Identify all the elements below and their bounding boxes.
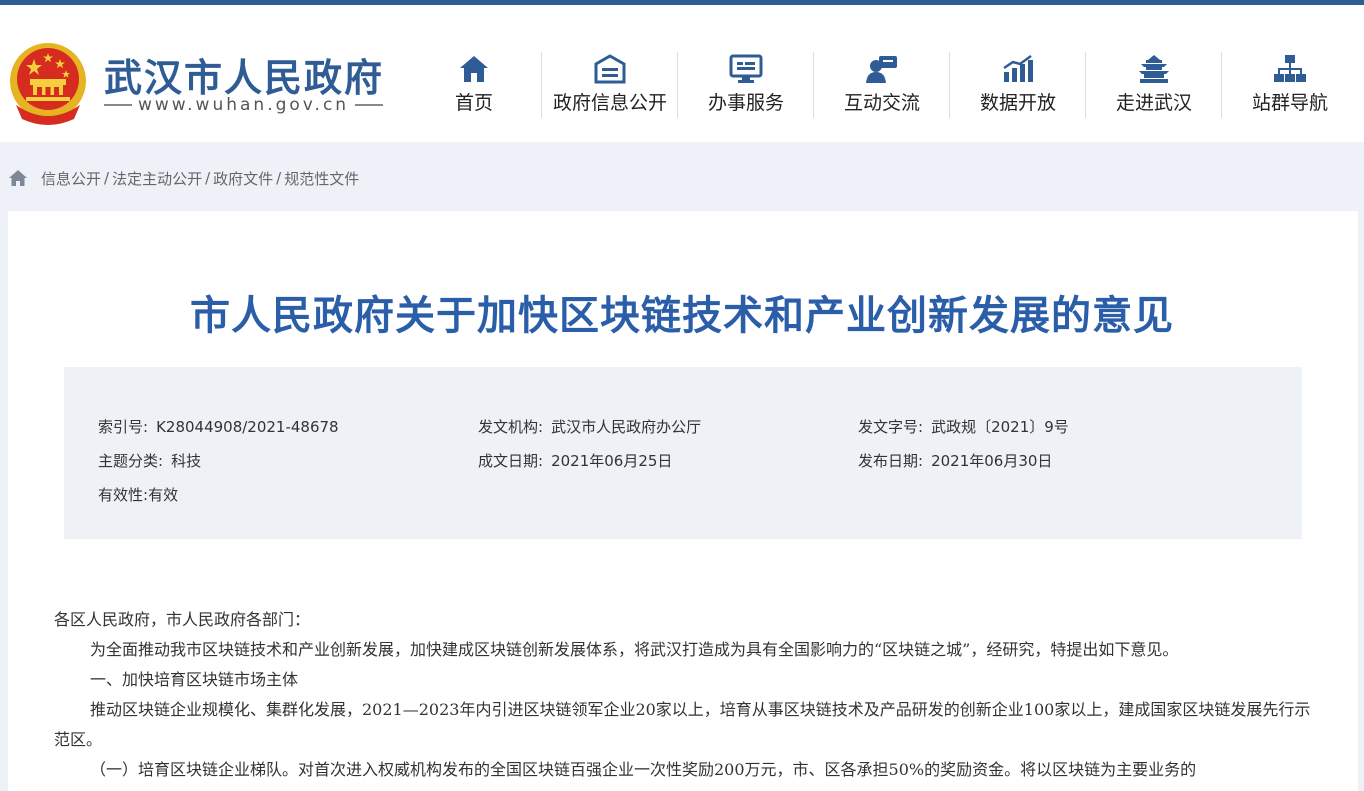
- nav-label-about-wuhan: 走进武汉: [1115, 92, 1192, 114]
- sitemap-icon: [1274, 55, 1306, 82]
- meta-validity-value: 有效: [148, 486, 179, 504]
- pavilion-icon: [1139, 55, 1169, 83]
- nav-item-site-navigation[interactable]: 站群导航: [1222, 52, 1358, 120]
- subsection-paragraph: （一）培育区块链企业梯队。对首次进入权威机构发布的全国区块链百强企业一次性奖励2…: [90, 760, 1197, 779]
- nav-label-interaction: 互动交流: [843, 92, 920, 114]
- breadcrumb-link-info[interactable]: 信息公开: [41, 168, 101, 189]
- meta-issuer-value: 武汉市人民政府办公厅: [551, 418, 702, 436]
- chat-user-icon: [866, 56, 897, 83]
- nav-item-services[interactable]: 办事服务: [678, 52, 814, 120]
- url-left-dash: [104, 104, 132, 106]
- bar-chart-icon: [1003, 54, 1033, 82]
- service-monitor-icon: [729, 54, 763, 83]
- breadcrumb-separator: /: [205, 169, 211, 187]
- nav-label-home: 首页: [454, 92, 493, 114]
- breadcrumb-link-normative-docs[interactable]: 规范性文件: [284, 168, 359, 189]
- breadcrumb: 信息公开 / 法定主动公开 / 政府文件 / 规范性文件: [8, 167, 359, 189]
- meta-issuer: 发文机构: 武汉市人民政府办公厅: [478, 416, 701, 437]
- meta-topic: 主题分类: 科技: [98, 450, 201, 471]
- meta-index: 索引号: K28044908/2021-48678: [98, 416, 339, 437]
- home-icon: [460, 56, 488, 82]
- section-paragraph: 推动区块链企业规模化、集群化发展，2021—2023年内引进区块链领军企业20家…: [54, 700, 1311, 749]
- nav-item-open-data[interactable]: 数据开放: [950, 52, 1086, 120]
- meta-published-value: 2021年06月30日: [931, 452, 1053, 470]
- meta-topic-value: 科技: [171, 452, 202, 470]
- site-url: www.wuhan.gov.cn: [104, 95, 390, 115]
- meta-index-value: K28044908/2021-48678: [156, 418, 339, 436]
- site-url-text: www.wuhan.gov.cn: [138, 95, 350, 115]
- nav-item-info-disclosure[interactable]: 政府信息公开: [542, 52, 678, 120]
- nav-item-about-wuhan[interactable]: 走进武汉: [1086, 52, 1222, 120]
- info-disclosure-icon: [594, 54, 626, 84]
- meta-created: 成文日期: 2021年06月25日: [478, 450, 672, 471]
- meta-published: 发布日期: 2021年06月30日: [858, 450, 1052, 471]
- meta-doc-no-value: 武政规〔2021〕9号: [931, 418, 1069, 436]
- document-meta-box: 索引号: K28044908/2021-48678 发文机构: 武汉市人民政府办公厅…: [64, 367, 1302, 539]
- nav-label-info-disclosure: 政府信息公开: [552, 92, 667, 114]
- meta-doc-no: 发文字号: 武政规〔2021〕9号: [858, 416, 1069, 437]
- national-emblem-icon[interactable]: [8, 39, 88, 127]
- breadcrumb-link-statutory[interactable]: 法定主动公开: [112, 168, 202, 189]
- meta-published-label: 发布日期:: [858, 452, 924, 470]
- section-heading: 一、加快培育区块链市场主体: [90, 670, 299, 689]
- intro-paragraph: 为全面推动我市区块链技术和产业创新发展，加快建成区块链创新发展体系，将武汉打造成…: [90, 640, 1179, 659]
- article-panel: 市人民政府关于加快区块链技术和产业创新发展的意见 索引号: K28044908/2…: [8, 211, 1358, 791]
- site-header: 武汉市人民政府 www.wuhan.gov.cn 首页 政府信息公开 办事服务 …: [0, 5, 1364, 142]
- nav-item-home[interactable]: 首页: [406, 52, 542, 120]
- meta-validity: 有效性:有效: [98, 484, 178, 505]
- article-title: 市人民政府关于加快区块链技术和产业创新发展的意见: [190, 293, 1174, 339]
- meta-topic-label: 主题分类:: [98, 452, 164, 470]
- breadcrumb-separator: /: [276, 169, 282, 187]
- url-right-dash: [355, 104, 384, 106]
- nav-item-interaction[interactable]: 互动交流: [814, 52, 950, 120]
- meta-index-label: 索引号:: [98, 418, 149, 436]
- breadcrumb-separator: /: [104, 169, 110, 187]
- meta-doc-no-label: 发文字号:: [858, 418, 924, 436]
- breadcrumb-link-gov-docs[interactable]: 政府文件: [213, 168, 273, 189]
- meta-validity-label: 有效性:: [98, 486, 149, 504]
- meta-created-label: 成文日期:: [478, 452, 544, 470]
- nav-label-open-data: 数据开放: [979, 92, 1056, 114]
- nav-label-site-navigation: 站群导航: [1251, 92, 1328, 114]
- nav-label-services: 办事服务: [707, 92, 784, 114]
- salutation-paragraph: 各区人民政府，市人民政府各部门：: [54, 610, 311, 629]
- site-name[interactable]: 武汉市人民政府: [104, 47, 384, 102]
- article-body: 各区人民政府，市人民政府各部门： 为全面推动我市区块链技术和产业创新发展，加快建…: [54, 605, 1314, 785]
- main-nav: 首页 政府信息公开 办事服务 互动交流 数据开放 走进武汉 站群导航: [406, 52, 1358, 120]
- home-icon[interactable]: [8, 169, 28, 187]
- meta-issuer-label: 发文机构:: [478, 418, 544, 436]
- meta-created-value: 2021年06月25日: [551, 452, 673, 470]
